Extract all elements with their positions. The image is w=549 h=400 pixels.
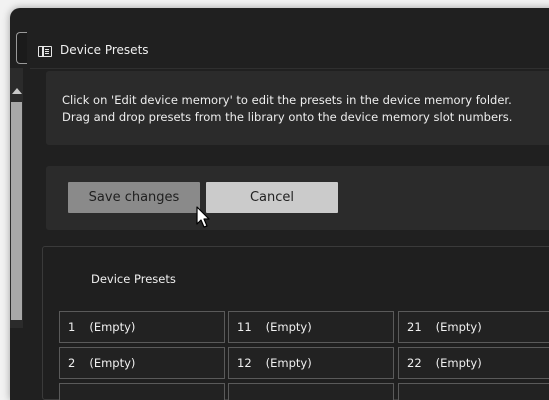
preset-slot[interactable]: 22 (Empty) <box>398 347 549 379</box>
save-changes-button[interactable]: Save changes <box>68 182 200 213</box>
preset-slot[interactable] <box>228 383 394 400</box>
mouse-pointer-icon <box>196 206 210 228</box>
preset-slot-label: (Empty) <box>265 320 312 334</box>
preset-slot[interactable]: 21 (Empty) <box>398 311 549 343</box>
side-tab-button[interactable] <box>16 32 27 64</box>
device-presets-panel: Device Presets 1 (Empty) 11 (Empty) 21 (Empty… <box>42 246 549 400</box>
info-text-line-2: Drag and drop presets from the library o… <box>62 110 513 124</box>
cancel-button[interactable]: Cancel <box>206 182 338 213</box>
preset-slot-number: 22 <box>407 356 422 370</box>
vertical-scrollbar[interactable] <box>10 68 23 328</box>
preset-slot-number: 2 <box>68 356 76 370</box>
preset-slot-label: (Empty) <box>89 320 136 334</box>
preset-slot-number: 21 <box>407 320 422 334</box>
preset-slot-number: 11 <box>237 320 252 334</box>
info-panel: Click on 'Edit device memory' to edit th… <box>46 71 549 145</box>
preset-slot[interactable]: 2 (Empty) <box>59 347 225 379</box>
preset-slot[interactable]: 11 (Empty) <box>228 311 394 343</box>
info-text-line-1: Click on 'Edit device memory' to edit th… <box>62 93 512 107</box>
presets-heading: Device Presets <box>91 272 176 286</box>
preset-slot-number: 12 <box>237 356 252 370</box>
preset-slot[interactable]: 12 (Empty) <box>228 347 394 379</box>
preset-slot[interactable]: 1 (Empty) <box>59 311 225 343</box>
preset-slot-label: (Empty) <box>435 356 482 370</box>
preset-slot-label: (Empty) <box>435 320 482 334</box>
device-presets-window: Device Presets Click on 'Edit device mem… <box>10 8 549 400</box>
preset-slot[interactable] <box>398 383 549 400</box>
scroll-thumb[interactable] <box>11 102 22 320</box>
preset-slot-number: 1 <box>68 320 76 334</box>
window-titlebar: Device Presets <box>30 34 549 69</box>
actions-panel: Save changes Cancel <box>46 166 549 230</box>
preset-list-icon <box>38 46 52 57</box>
preset-slot-label: (Empty) <box>89 356 136 370</box>
preset-slot[interactable] <box>59 383 225 400</box>
scroll-up-icon[interactable] <box>12 88 22 94</box>
preset-slot-label: (Empty) <box>265 356 312 370</box>
window-title: Device Presets <box>60 43 149 57</box>
